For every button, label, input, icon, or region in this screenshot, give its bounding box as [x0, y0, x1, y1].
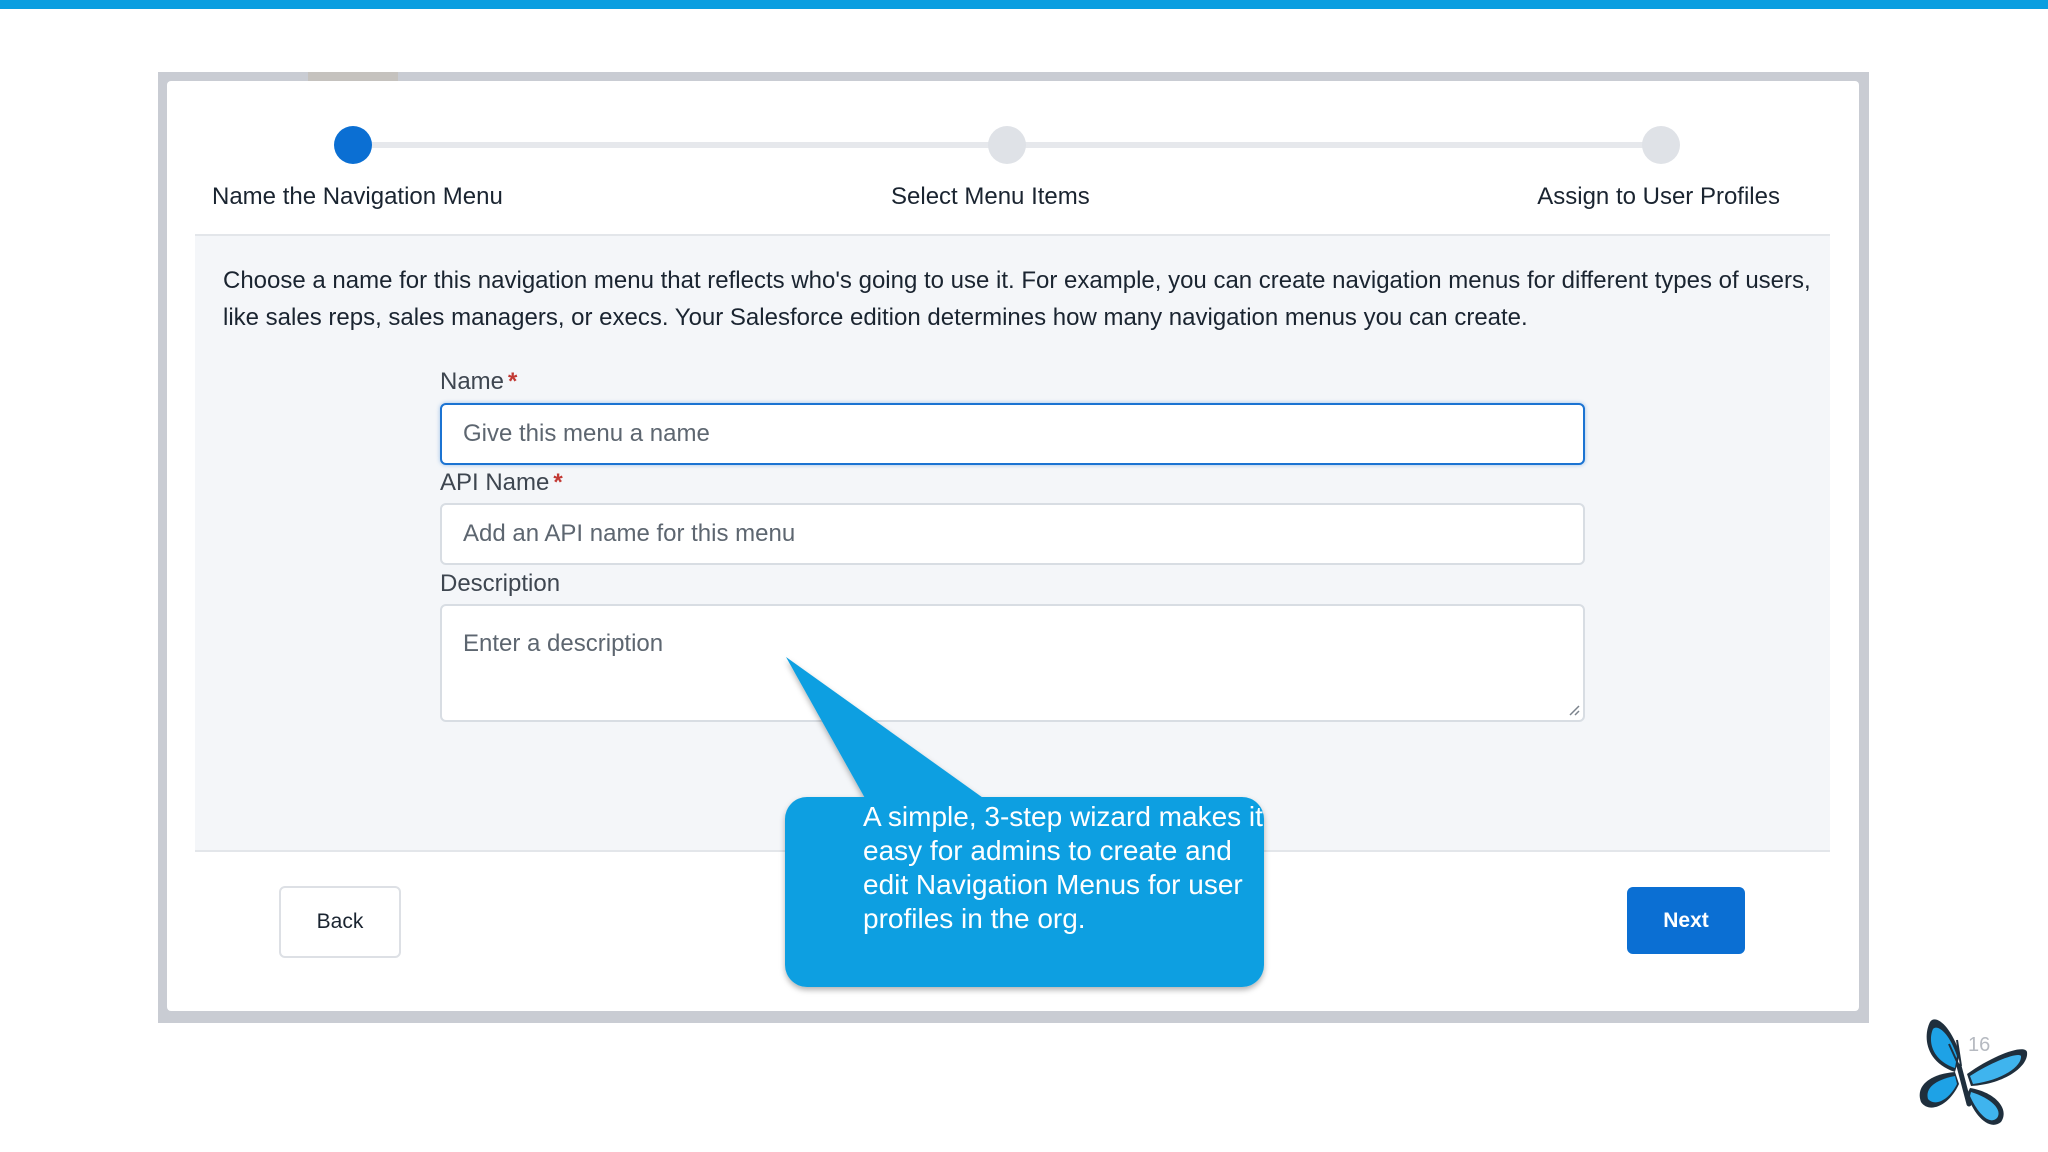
name-input[interactable] — [440, 403, 1585, 465]
step-3-indicator[interactable] — [1642, 126, 1680, 164]
step-1-indicator[interactable] — [334, 126, 372, 164]
step-2-label: Select Menu Items — [891, 183, 1090, 210]
intro-text: Choose a name for this navigation menu t… — [223, 267, 1811, 331]
butterfly-logo-icon — [1919, 1019, 2028, 1125]
step-2-indicator[interactable] — [988, 126, 1026, 164]
api-name-input[interactable] — [440, 503, 1585, 565]
required-asterisk: * — [553, 469, 563, 496]
step-1-label: Name the Navigation Menu — [212, 183, 503, 210]
back-button[interactable]: Back — [279, 886, 401, 958]
slide-top-accent-bar — [0, 0, 2048, 9]
description-field-label: Description — [440, 570, 561, 597]
name-field-label: Name * — [440, 368, 518, 395]
resize-handle-icon[interactable] — [1568, 704, 1580, 716]
required-asterisk: * — [508, 368, 518, 395]
callout-text: A simple, 3-step wizard makes it easy fo… — [863, 801, 1263, 934]
step-3-label: Assign to User Profiles — [1537, 183, 1780, 210]
next-button[interactable]: Next — [1627, 887, 1745, 954]
description-textarea[interactable] — [440, 604, 1585, 722]
slide-page-number: 16 — [1968, 1034, 1991, 1056]
api-name-field-label: API Name * — [440, 469, 563, 496]
